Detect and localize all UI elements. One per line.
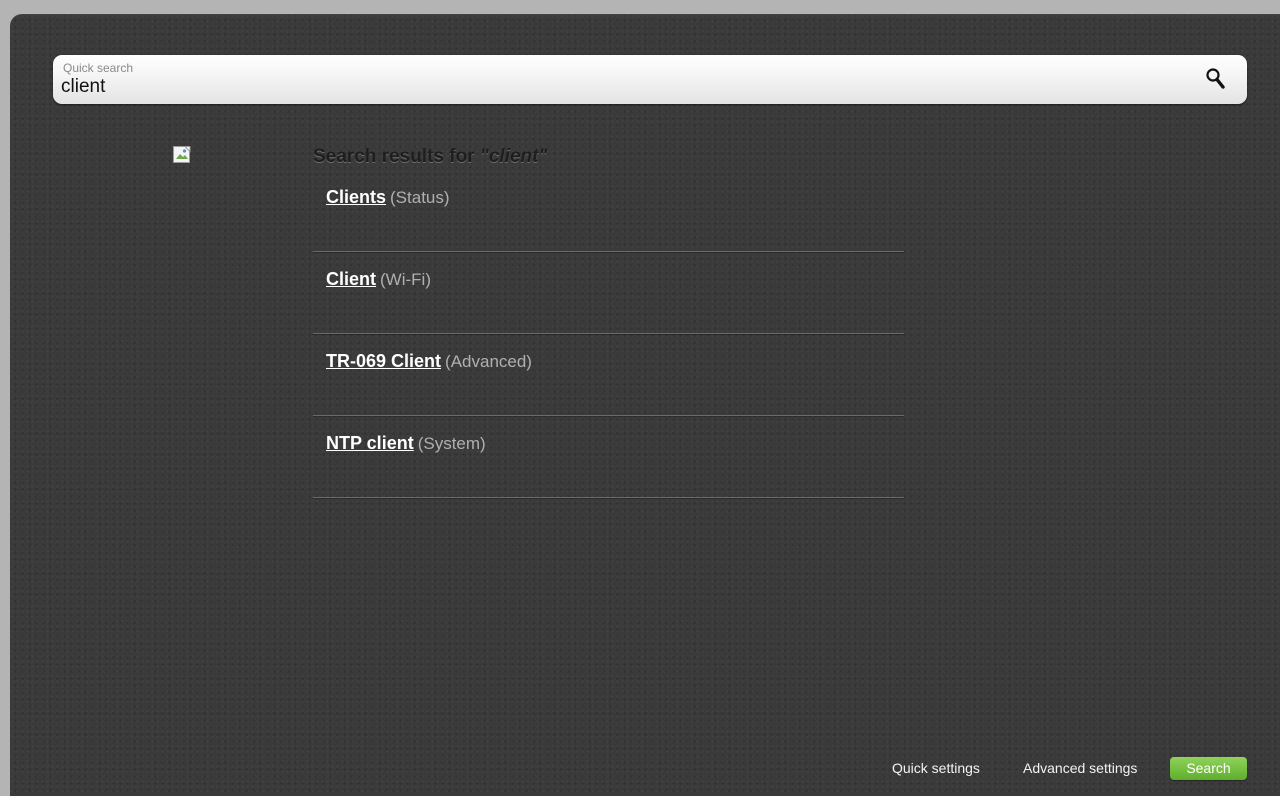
- result-row: NTP client (System): [326, 433, 486, 454]
- result-item-client-wifi: Client (Wi-Fi): [313, 252, 904, 334]
- result-link-ntp-client[interactable]: NTP client: [326, 433, 414, 453]
- advanced-settings-link[interactable]: Advanced settings: [1023, 760, 1137, 776]
- result-row: Client (Wi-Fi): [326, 269, 431, 290]
- result-section: (Advanced): [445, 352, 532, 371]
- quick-search-label: Quick search: [63, 61, 134, 75]
- result-row: Clients (Status): [326, 187, 450, 208]
- result-item-ntp-client: NTP client (System): [313, 416, 904, 498]
- search-results-list: Clients (Status) Client (Wi-Fi) TR-069 Cli…: [313, 170, 904, 498]
- result-section: (Wi-Fi): [380, 270, 431, 289]
- result-link-client[interactable]: Client: [326, 269, 376, 289]
- result-item-tr069-client: TR-069 Client (Advanced): [313, 334, 904, 416]
- search-icon[interactable]: [1205, 67, 1227, 91]
- broken-image-icon: [173, 146, 191, 164]
- result-link-clients[interactable]: Clients: [326, 187, 386, 207]
- search-results-prefix: Search results for: [313, 146, 480, 167]
- quick-search-bar: Quick search: [53, 55, 1247, 104]
- search-results-query: "client": [479, 146, 548, 167]
- search-button[interactable]: Search: [1170, 757, 1247, 780]
- quick-settings-link[interactable]: Quick settings: [892, 760, 980, 776]
- result-section: (System): [417, 434, 486, 453]
- result-link-tr069-client[interactable]: TR-069 Client: [326, 351, 441, 371]
- result-item-clients: Clients (Status): [313, 170, 904, 252]
- quick-search-input[interactable]: [61, 75, 1161, 99]
- result-row: TR-069 Client (Advanced): [326, 351, 532, 372]
- browser-frame: Quick search Search results for "client"…: [0, 0, 1280, 796]
- search-results-title: Search results for "client": [313, 146, 548, 168]
- result-section: (Status): [390, 188, 450, 207]
